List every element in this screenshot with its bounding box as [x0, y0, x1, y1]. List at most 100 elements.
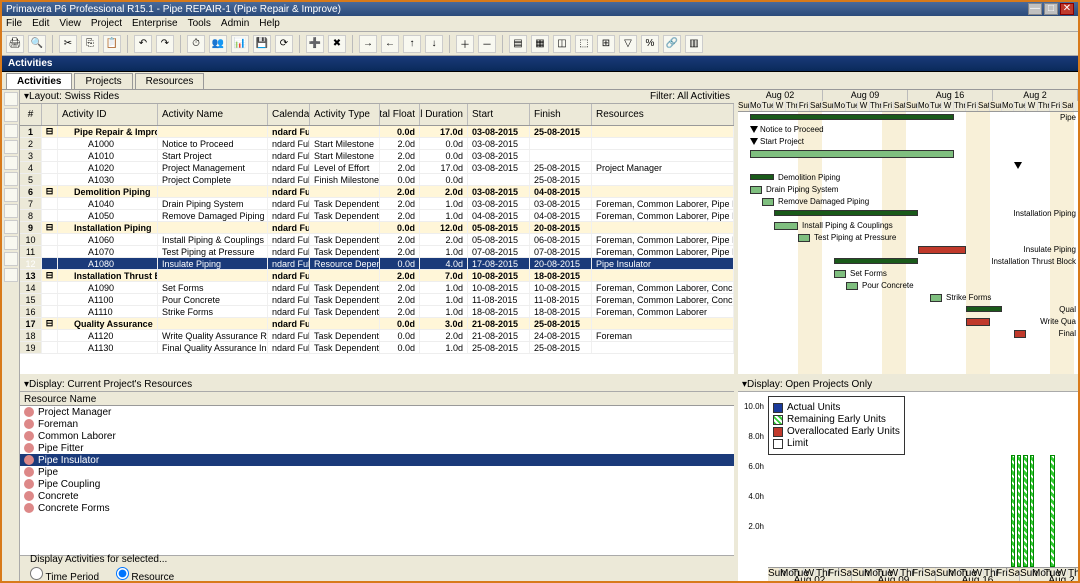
vbtn-icon[interactable]: [4, 92, 18, 106]
menu-admin[interactable]: Admin: [221, 18, 249, 29]
preview-icon[interactable]: 🔍: [28, 35, 46, 53]
link-icon[interactable]: 🔗: [663, 35, 681, 53]
vbtn-icon[interactable]: [4, 124, 18, 138]
titlebar[interactable]: Primavera P6 Professional R15.1 - Pipe R…: [2, 2, 1078, 16]
tab-activities[interactable]: Activities: [6, 73, 72, 89]
vbtn-icon[interactable]: [4, 268, 18, 282]
table-row[interactable]: 8A1050Remove Damaged Pipingndard Full Ti…: [20, 210, 734, 222]
copy-icon[interactable]: ⎘: [81, 35, 99, 53]
col-calendar[interactable]: Calendar: [268, 104, 310, 125]
resource-item[interactable]: Pipe Coupling: [20, 478, 734, 490]
cols-icon[interactable]: ▥: [685, 35, 703, 53]
menu-file[interactable]: File: [6, 18, 22, 29]
col-start[interactable]: Start: [468, 104, 530, 125]
zoom-in-icon[interactable]: ＋: [456, 35, 474, 53]
table-row[interactable]: 16A1110Strike Formsndard Full TimeTask D…: [20, 306, 734, 318]
grid-body[interactable]: 1⊟Pipe Repair & Improvendard Full Time0.…: [20, 126, 734, 374]
resource-item[interactable]: Pipe Fitter: [20, 442, 734, 454]
outdent-icon[interactable]: ←: [381, 35, 399, 53]
table-row[interactable]: 11A1070Test Piping at Pressurendard Full…: [20, 246, 734, 258]
vbtn-icon[interactable]: [4, 252, 18, 266]
col-finish[interactable]: Finish: [530, 104, 592, 125]
redo-icon[interactable]: ↷: [156, 35, 174, 53]
tab-projects[interactable]: Projects: [74, 73, 132, 89]
table-row[interactable]: 12A1080Insulate Pipingndard Full TimeRes…: [20, 258, 734, 270]
resource-item[interactable]: Pipe: [20, 466, 734, 478]
col-activity-id[interactable]: Activity ID: [58, 104, 158, 125]
resources-icon[interactable]: 👥: [209, 35, 227, 53]
vbtn-icon[interactable]: [4, 140, 18, 154]
gantt-body[interactable]: PipeNotice to ProceedStart ProjectDemoli…: [738, 112, 1078, 374]
spreadsheet-icon[interactable]: ▦: [531, 35, 549, 53]
tab-resources[interactable]: Resources: [135, 73, 205, 89]
vbtn-icon[interactable]: [4, 236, 18, 250]
up-icon[interactable]: ↑: [403, 35, 421, 53]
resource-item[interactable]: Concrete Forms: [20, 502, 734, 514]
vbtn-icon[interactable]: [4, 204, 18, 218]
menu-enterprise[interactable]: Enterprise: [132, 18, 178, 29]
vbtn-icon[interactable]: [4, 220, 18, 234]
add-icon[interactable]: ➕: [306, 35, 324, 53]
cut-icon[interactable]: ✂: [59, 35, 77, 53]
col-activity-type[interactable]: Activity Type: [310, 104, 380, 125]
resource-item[interactable]: Pipe Insulator: [20, 454, 734, 466]
delete-icon[interactable]: ✖: [328, 35, 346, 53]
reports-icon[interactable]: 📊: [231, 35, 249, 53]
display-projects-label[interactable]: Display: Open Projects Only: [747, 379, 872, 390]
resource-header[interactable]: Resource Name: [20, 392, 734, 406]
table-row[interactable]: 7A1040Drain Piping Systemndard Full Time…: [20, 198, 734, 210]
schedule-icon[interactable]: ⏱: [187, 35, 205, 53]
menu-tools[interactable]: Tools: [188, 18, 211, 29]
close-button[interactable]: ✕: [1060, 3, 1074, 15]
indent-icon[interactable]: →: [359, 35, 377, 53]
trace-icon[interactable]: ⬚: [575, 35, 593, 53]
menu-help[interactable]: Help: [259, 18, 280, 29]
resource-list[interactable]: Project ManagerForemanCommon LaborerPipe…: [20, 406, 734, 555]
vbtn-icon[interactable]: [4, 172, 18, 186]
time-period-radio[interactable]: Time Period: [30, 572, 99, 581]
table-row[interactable]: 2A1000Notice to Proceedndard Full TimeSt…: [20, 138, 734, 150]
resource-radio[interactable]: Resource: [116, 572, 174, 581]
resource-histogram[interactable]: Actual Units Remaining Early Units Overa…: [738, 392, 1078, 581]
menu-view[interactable]: View: [59, 18, 81, 29]
vbtn-icon[interactable]: [4, 188, 18, 202]
filter-label[interactable]: Filter: All Activities: [650, 91, 730, 102]
col-activity-name[interactable]: Activity Name: [158, 104, 268, 125]
table-row[interactable]: 9⊟Installation Pipingndard Full Time0.0d…: [20, 222, 734, 234]
down-icon[interactable]: ↓: [425, 35, 443, 53]
paste-icon[interactable]: 📋: [103, 35, 121, 53]
display-resources-label[interactable]: Display: Current Project's Resources: [29, 379, 192, 390]
table-row[interactable]: 14A1090Set Formsndard Full TimeTask Depe…: [20, 282, 734, 294]
resource-item[interactable]: Common Laborer: [20, 430, 734, 442]
undo-icon[interactable]: ↶: [134, 35, 152, 53]
table-row[interactable]: 18A1120Write Quality Assurance Reportnda…: [20, 330, 734, 342]
layout-label[interactable]: Layout: Swiss Rides: [29, 91, 119, 102]
zoom-out-icon[interactable]: －: [478, 35, 496, 53]
table-row[interactable]: 13⊟Installation Thrust Blockndard Full T…: [20, 270, 734, 282]
table-row[interactable]: 1⊟Pipe Repair & Improvendard Full Time0.…: [20, 126, 734, 138]
maximize-button[interactable]: □: [1044, 3, 1058, 15]
table-row[interactable]: 3A1010Start Projectndard Full TimeStart …: [20, 150, 734, 162]
table-row[interactable]: 4A1020Project Managementndard Full TimeL…: [20, 162, 734, 174]
table-row[interactable]: 6⊟Demolition Pipingndard Full Time2.0d2.…: [20, 186, 734, 198]
table-icon[interactable]: ⊞: [597, 35, 615, 53]
print-icon[interactable]: 🖨: [6, 35, 24, 53]
table-row[interactable]: 15A1100Pour Concretendard Full TimeTask …: [20, 294, 734, 306]
resource-item[interactable]: Foreman: [20, 418, 734, 430]
col-orig-duration[interactable]: Original Duration: [420, 104, 468, 125]
save-icon[interactable]: 💾: [253, 35, 271, 53]
table-row[interactable]: 19A1130Final Quality Assurance Inspectio…: [20, 342, 734, 354]
menu-edit[interactable]: Edit: [32, 18, 49, 29]
progress-icon[interactable]: %: [641, 35, 659, 53]
table-row[interactable]: 17⊟Quality Assurancendard Full Time0.0d3…: [20, 318, 734, 330]
table-row[interactable]: 5A1030Project Completendard Full TimeFin…: [20, 174, 734, 186]
network-icon[interactable]: ◫: [553, 35, 571, 53]
col-resources[interactable]: Resources: [592, 104, 734, 125]
filter-icon[interactable]: ▽: [619, 35, 637, 53]
resource-item[interactable]: Project Manager: [20, 406, 734, 418]
col-total-float[interactable]: Total Float: [380, 104, 420, 125]
gantt-icon[interactable]: ▤: [509, 35, 527, 53]
refresh-icon[interactable]: ⟳: [275, 35, 293, 53]
close-button[interactable]: —: [1028, 3, 1042, 15]
table-row[interactable]: 10A1060Install Piping & Couplingsndard F…: [20, 234, 734, 246]
